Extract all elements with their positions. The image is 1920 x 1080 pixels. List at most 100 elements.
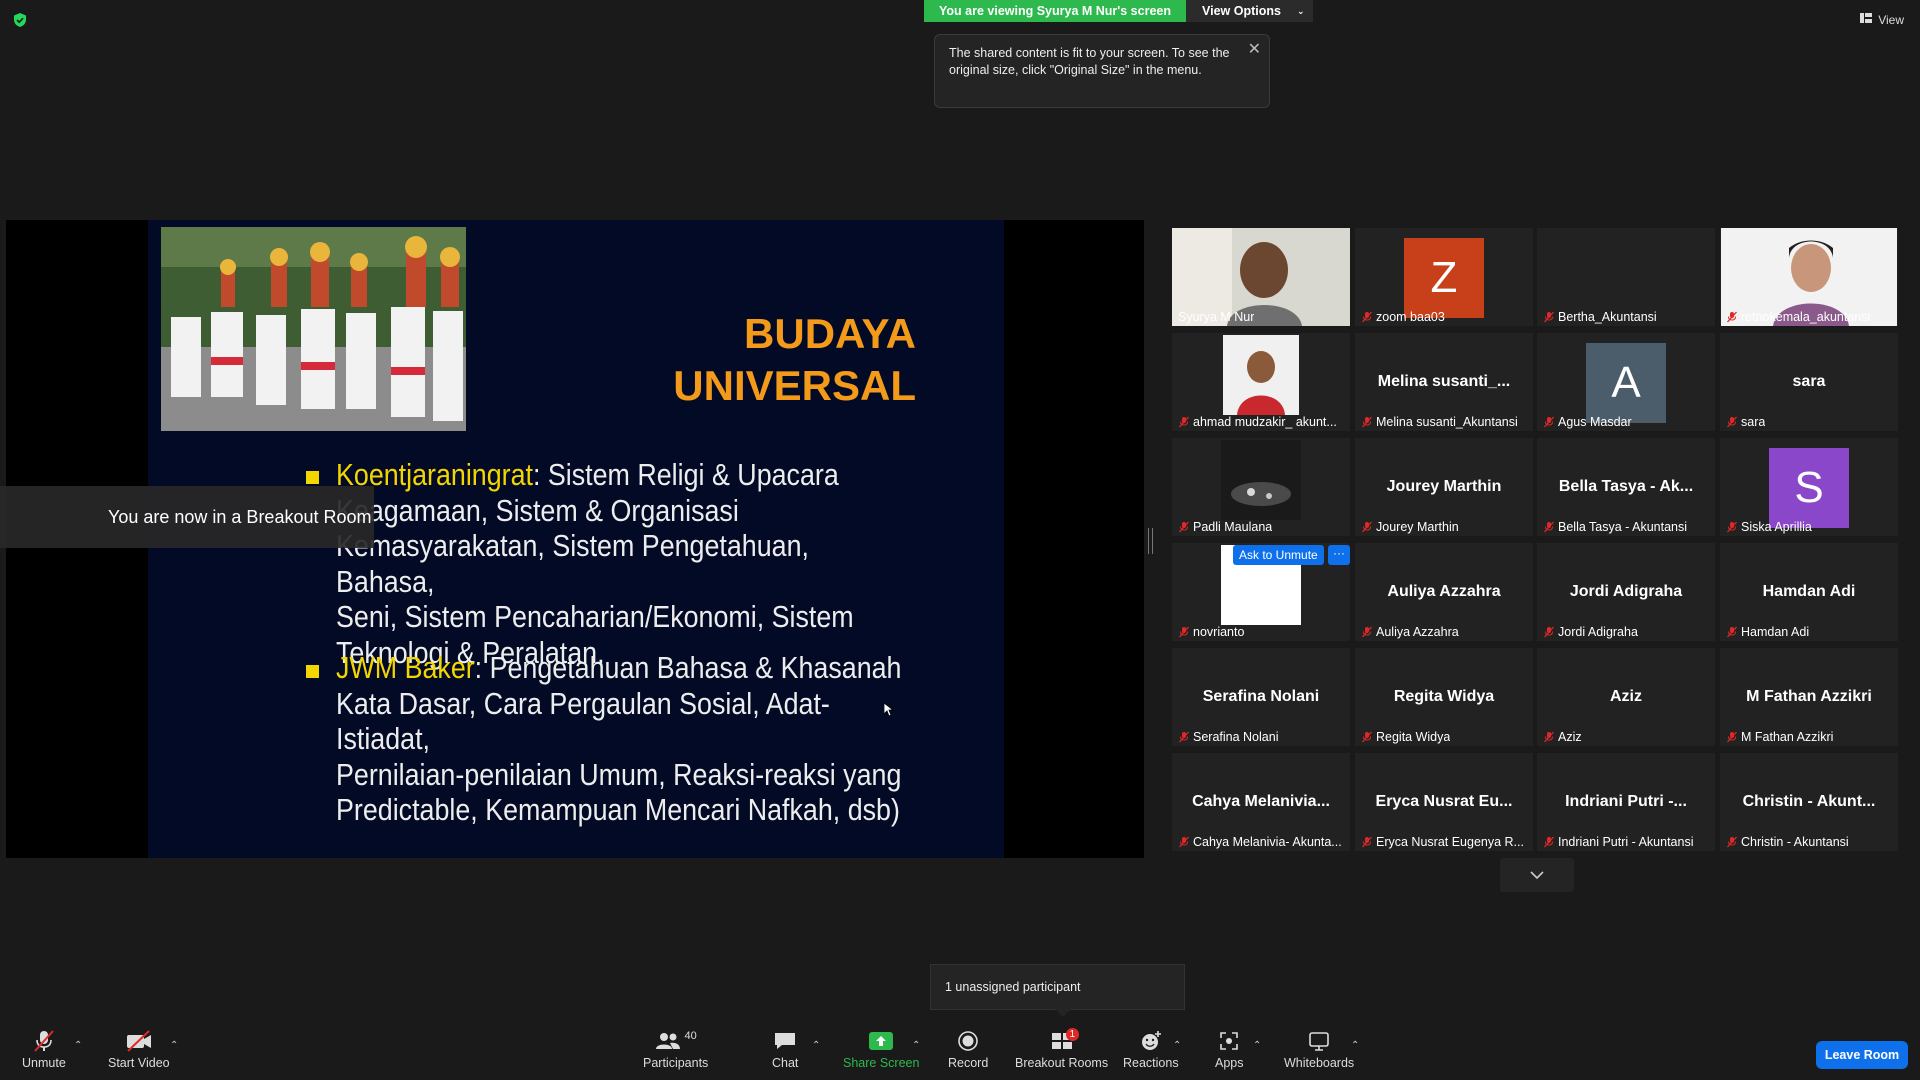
participant-name-label: zoom baa03 [1361,310,1445,324]
participant-tile[interactable]: Indriani Putri -... Indriani Putri - Akun… [1537,753,1715,851]
participant-name-label: Jordi Adigraha [1543,625,1638,639]
participant-tile[interactable]: retnokemala_akuntansi [1720,228,1898,326]
whiteboards-options-caret[interactable]: ⌃ [1351,1040,1359,1051]
participant-more-button[interactable]: ··· [1328,545,1350,565]
view-menu-button[interactable]: View [1860,12,1904,27]
participant-tile[interactable]: Padli Maulana [1172,438,1350,536]
apps-button[interactable]: Apps [1215,1028,1244,1070]
slide-title: BUDAYA UNIVERSAL [600,308,916,412]
reactions-options-caret[interactable]: ⌃ [1173,1040,1181,1051]
whiteboards-button[interactable]: Whiteboards [1284,1028,1354,1070]
view-options-button[interactable]: View Options ⌄ [1186,0,1313,22]
participant-name: Christin - Akuntansi [1741,835,1849,849]
participant-name-label: Hamdan Adi [1726,625,1809,639]
chevron-down-icon: ⌄ [1296,6,1305,16]
participant-tile[interactable]: Auliya Azzahra Auliya Azzahra [1355,543,1533,641]
video-options-caret[interactable]: ⌃ [170,1040,178,1051]
participant-tile[interactable]: Bertha_Akuntansi [1537,228,1715,326]
microphone-muted-icon [1361,626,1373,638]
participant-name-label: Christin - Akuntansi [1726,835,1849,849]
participant-name-label: Aziz [1543,730,1582,744]
panel-resize-handle[interactable] [1148,528,1153,554]
participant-name-label: Syurya M Nur [1178,310,1254,324]
record-icon [957,1028,979,1054]
microphone-muted-icon [1361,731,1373,743]
participant-name-label: retnokemala_akuntansi [1726,310,1870,324]
participant-name-label: Eryca Nusrat Eugenya R... [1361,835,1524,849]
participant-name: Bella Tasya - Akuntansi [1558,520,1688,534]
microphone-muted-icon [1178,416,1190,428]
whiteboard-icon [1307,1028,1331,1054]
unmute-button[interactable]: Unmute [22,1028,66,1070]
audio-options-caret[interactable]: ⌃ [74,1040,82,1051]
participant-display-name: Jordi Adigraha [1569,583,1683,600]
bullet-1-line: : Sistem Religi & Upacara [532,458,839,492]
participant-tile[interactable]: Hamdan Adi Hamdan Adi [1720,543,1898,641]
chat-label: Chat [772,1056,799,1070]
participant-tile[interactable]: Syurya M Nur [1172,228,1350,326]
participant-tile[interactable]: Bella Tasya - Ak... Bella Tasya - Akuntan… [1537,438,1715,536]
participant-name: Hamdan Adi [1741,625,1810,639]
chat-button[interactable]: Chat [772,1028,798,1070]
reactions-label: Reactions [1123,1056,1179,1070]
leave-room-button[interactable]: Leave Room [1816,1041,1908,1069]
participant-tile[interactable]: Christin - Akunt... Christin - Akuntansi [1720,753,1898,851]
grid-icon [1860,12,1873,27]
security-shield-icon[interactable] [12,12,28,28]
microphone-muted-icon [1361,416,1373,428]
reactions-button[interactable]: Reactions [1123,1028,1179,1070]
chat-options-caret[interactable]: ⌃ [812,1040,820,1051]
participant-name: Jordi Adigraha [1558,625,1638,639]
participant-name: retnokemala_akuntansi [1741,310,1871,324]
participant-name: Bertha_Akuntansi [1558,310,1657,324]
participant-name: ahmad mudzakir_ akunt... [1193,415,1337,429]
record-label: Record [948,1056,989,1070]
participant-tile[interactable]: Zzoom baa03 [1355,228,1533,326]
participant-name-label: Indriani Putri - Akuntansi [1543,835,1694,849]
participant-tile[interactable]: Jourey Marthin Jourey Marthin [1355,438,1533,536]
apps-options-caret[interactable]: ⌃ [1253,1040,1261,1051]
participant-tile[interactable]: Jordi Adigraha Jordi Adigraha [1537,543,1715,641]
participant-display-name: Melina susanti_... [1377,373,1511,390]
bullet-1-line: Kemasyarakatan, Sistem Pengetahuan, Baha… [336,529,809,599]
participant-tile[interactable]: S Siska Aprillia [1720,438,1898,536]
record-button[interactable]: Record [948,1028,988,1070]
reactions-icon [1139,1028,1163,1054]
participant-tile[interactable]: Serafina Nolani Serafina Nolani [1172,648,1350,746]
viewing-banner-text: You are viewing Syurya M Nur's screen [924,0,1186,22]
unassigned-participant-notice[interactable]: 1 unassigned participant [930,964,1185,1017]
apps-label: Apps [1215,1056,1244,1070]
share-screen-button[interactable]: Share Screen [843,1028,919,1070]
participant-display-name: Auliya Azzahra [1387,583,1501,600]
participant-tile[interactable]: Aziz Aziz [1537,648,1715,746]
chat-icon [773,1028,797,1054]
participant-tile[interactable]: Eryca Nusrat Eu... Eryca Nusrat Eugenya R… [1355,753,1533,851]
participant-name-label: sara [1726,415,1765,429]
ask-to-unmute-button[interactable]: Ask to Unmute [1233,545,1324,565]
share-options-caret[interactable]: ⌃ [912,1040,920,1051]
bullet-1-line: Seni, Sistem Pencaharian/Ekonomi, Sistem [336,600,854,634]
participant-tile[interactable]: ahmad mudzakir_ akunt... [1172,333,1350,431]
participants-button[interactable]: 40 Participants [643,1028,708,1070]
microphone-muted-icon [1726,626,1738,638]
gallery-next-page-button[interactable] [1500,858,1574,892]
participant-tile[interactable]: sara sara [1720,333,1898,431]
participant-tile[interactable]: Cahya Melanivia... Cahya Melanivia- Akunt… [1172,753,1350,851]
slide-title-line2: UNIVERSAL [673,362,916,409]
close-icon[interactable]: ✕ [1248,41,1261,58]
participant-name-label: Bella Tasya - Akuntansi [1543,520,1687,534]
participant-name: Regita Widya [1376,730,1451,744]
bullet-2-line: Pernilaian-penilaian Umum, Reaksi-reaksi… [336,757,902,792]
participant-name-label: Agus Masdar [1543,415,1632,429]
participant-tile[interactable]: Regita Widya Regita Widya [1355,648,1533,746]
participant-tile[interactable]: M Fathan Azzikri M Fathan Azzikri [1720,648,1898,746]
participant-display-name: Serafina Nolani [1202,688,1320,705]
breakout-rooms-button[interactable]: 1 Breakout Rooms [1015,1028,1108,1070]
start-video-button[interactable]: Start Video [108,1028,170,1070]
microphone-muted-icon [1361,311,1373,323]
participant-name-label: Cahya Melanivia- Akunta... [1178,835,1342,849]
participant-tile[interactable]: Melina susanti_... Melina susanti_Akuntan… [1355,333,1533,431]
participant-name-label: ahmad mudzakir_ akunt... [1178,415,1337,429]
participant-avatar: A [1586,343,1666,423]
participant-tile[interactable]: A Agus Masdar [1537,333,1715,431]
